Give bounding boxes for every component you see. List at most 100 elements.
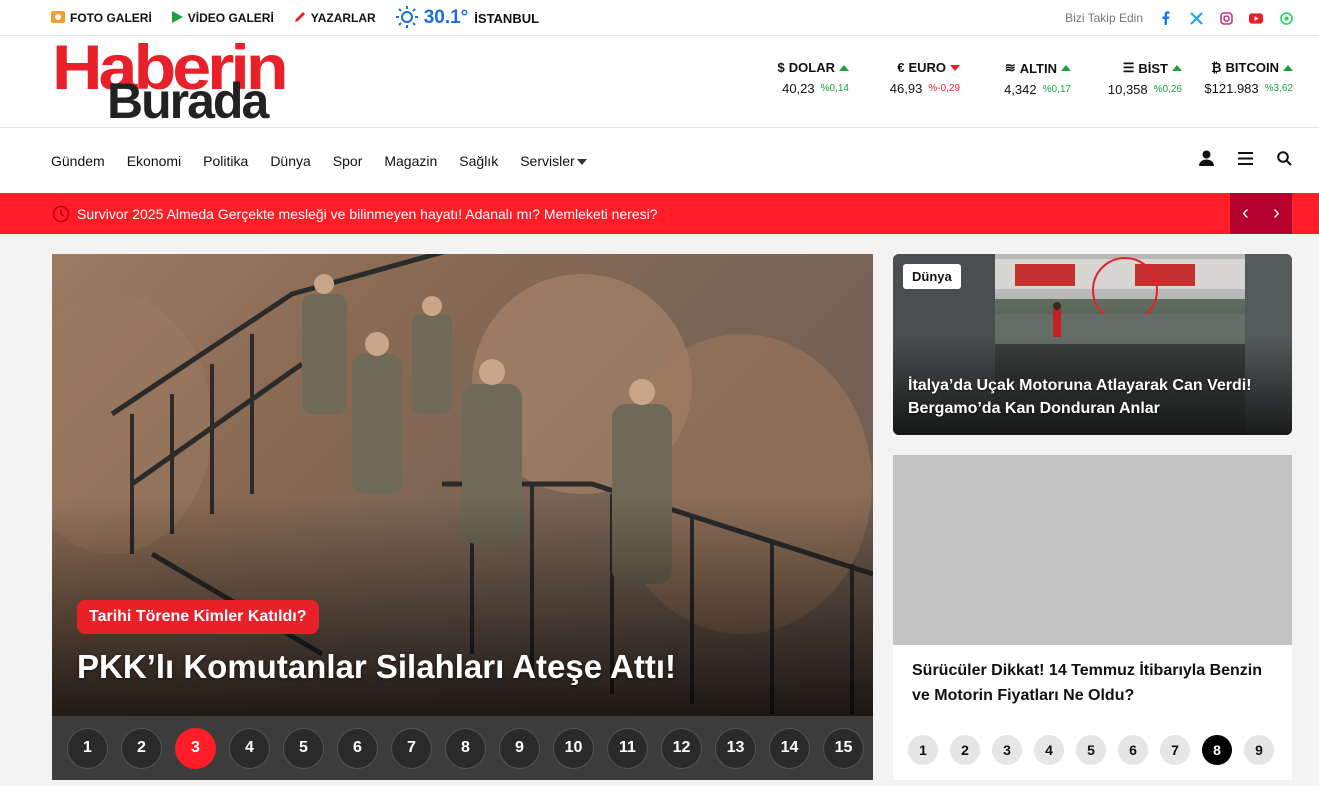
market-bitcoin[interactable]: ₿ BITCOIN $121.983 %3,62 xyxy=(1182,60,1293,97)
ticker-next-button[interactable]: › xyxy=(1261,193,1292,234)
hero-headline[interactable]: PKK’lı Komutanlar Silahları Ateşe Attı! xyxy=(77,648,676,686)
market-value: 4,342 xyxy=(1004,82,1037,97)
side-page-button[interactable]: 5 xyxy=(1076,735,1106,765)
whatsapp-icon[interactable] xyxy=(1279,11,1293,25)
nav-item-spor[interactable]: Spor xyxy=(333,153,363,169)
nav-item-dunya[interactable]: Dünya xyxy=(270,153,310,169)
hero-page-button[interactable]: 8 xyxy=(445,727,486,769)
side-slider-card[interactable]: Sürücüler Dikkat! 14 Temmuz İtibarıyla B… xyxy=(893,455,1292,780)
breaking-news-ticker: Survivor 2025 Almeda Gerçekte mesleği ve… xyxy=(0,193,1319,234)
side-news-headline[interactable]: İtalya’da Uçak Motoruna Atlayarak Can Ve… xyxy=(908,374,1288,420)
side-page-button[interactable]: 4 xyxy=(1034,735,1064,765)
side-page-button[interactable]: 7 xyxy=(1160,735,1190,765)
search-icon[interactable] xyxy=(1277,150,1292,171)
side-page-button[interactable]: 1 xyxy=(908,735,938,765)
hero-page-button[interactable]: 1 xyxy=(67,727,108,769)
facebook-icon[interactable] xyxy=(1159,11,1173,25)
market-dolar[interactable]: $ DOLAR 40,23 %0,14 xyxy=(738,60,849,97)
nav-item-saglik[interactable]: Sağlık xyxy=(459,153,498,169)
hero-page-button[interactable]: 14 xyxy=(769,727,810,769)
play-icon xyxy=(171,10,183,26)
nav-item-gundem[interactable]: Gündem xyxy=(51,153,105,169)
video-gallery-link[interactable]: VİDEO GALERİ xyxy=(171,10,274,26)
sun-icon xyxy=(395,5,418,31)
hero-page-button-active[interactable]: 3 xyxy=(175,727,216,769)
market-change: %0,26 xyxy=(1153,84,1182,95)
market-change: %0,14 xyxy=(820,83,849,94)
market-altin[interactable]: ≋ ALTIN 4,342 %0,17 xyxy=(960,60,1071,97)
hero-page-button[interactable]: 6 xyxy=(337,727,378,769)
site-logo[interactable]: Haberin Burada xyxy=(52,36,344,129)
weather-widget[interactable]: 30.1° İSTANBUL xyxy=(395,5,540,31)
side-page-button[interactable]: 2 xyxy=(950,735,980,765)
hero-page-button[interactable]: 7 xyxy=(391,727,432,769)
arrow-up-icon xyxy=(839,64,849,71)
city-name: İSTANBUL xyxy=(474,10,540,26)
menu-icon[interactable] xyxy=(1238,151,1253,170)
hero-slider[interactable]: Tarihi Törene Kimler Katıldı? PKK’lı Kom… xyxy=(52,254,873,716)
side-news-card[interactable]: Dünya İtalya’da Uçak Motoruna Atlayarak … xyxy=(893,254,1292,435)
market-euro[interactable]: € EURO 46,93 %-0,29 xyxy=(849,60,960,97)
logo-line-2: Burada xyxy=(107,73,269,129)
hero-page-button[interactable]: 15 xyxy=(823,727,864,769)
bitcoin-icon: ₿ xyxy=(1210,60,1222,75)
ticker-headline[interactable]: Survivor 2025 Almeda Gerçekte mesleği ve… xyxy=(77,193,658,234)
side-page-button[interactable]: 3 xyxy=(992,735,1022,765)
side-slider-headline[interactable]: Sürücüler Dikkat! 14 Temmuz İtibarıyla B… xyxy=(912,658,1272,708)
hero-page-button[interactable]: 12 xyxy=(661,727,702,769)
follow-us-label: Bizi Takip Edin xyxy=(1065,11,1143,25)
market-change: %-0,29 xyxy=(928,83,960,94)
market-value: 46,93 xyxy=(889,81,923,96)
market-ticker: $ DOLAR 40,23 %0,14 € EURO 46,93 %-0,29 ≋ ALT… xyxy=(738,60,1293,97)
youtube-icon[interactable] xyxy=(1249,11,1263,25)
market-bist[interactable]: ☰ BİST 10,358 %0,26 xyxy=(1071,60,1182,97)
nav-item-servisler[interactable]: Servisler xyxy=(520,152,587,169)
side-page-button-active[interactable]: 8 xyxy=(1202,735,1232,765)
gold-coins-icon: ≋ xyxy=(1004,60,1016,75)
arrow-up-icon xyxy=(1061,65,1071,71)
hero-pagination: 1 2 3 4 5 6 7 8 9 10 11 12 13 14 15 xyxy=(52,716,873,780)
x-icon[interactable] xyxy=(1189,11,1203,25)
side-slider-pagination: 1 2 3 4 5 6 7 8 9 xyxy=(908,735,1274,765)
photo-gallery-icon xyxy=(51,10,65,26)
instagram-icon[interactable] xyxy=(1219,11,1233,25)
market-value: 40,23 xyxy=(782,81,815,96)
hero-category-badge[interactable]: Tarihi Törene Kimler Katıldı? xyxy=(77,600,319,634)
authors-label: YAZARLAR xyxy=(310,11,376,25)
hero-page-button[interactable]: 13 xyxy=(715,727,756,769)
hero-page-button[interactable]: 11 xyxy=(607,727,648,769)
arrow-up-icon xyxy=(1172,65,1182,71)
ticker-prev-button[interactable]: ‹ xyxy=(1230,193,1261,234)
arrow-down-icon xyxy=(950,64,960,71)
market-change: %0,17 xyxy=(1042,84,1071,95)
nav-item-magazin[interactable]: Magazin xyxy=(384,153,437,169)
hero-page-button[interactable]: 9 xyxy=(499,727,540,769)
photo-gallery-link[interactable]: FOTO GALERİ xyxy=(51,10,152,26)
hero-page-button[interactable]: 2 xyxy=(121,727,162,769)
photo-gallery-label: FOTO GALERİ xyxy=(70,11,152,25)
side-page-button[interactable]: 6 xyxy=(1118,735,1148,765)
video-gallery-label: VİDEO GALERİ xyxy=(187,11,274,25)
side-news-category[interactable]: Dünya xyxy=(903,264,961,289)
image-placeholder xyxy=(893,455,1292,645)
hero-page-button[interactable]: 5 xyxy=(283,727,324,769)
hero-page-button[interactable]: 4 xyxy=(229,727,270,769)
user-icon[interactable] xyxy=(1199,150,1214,171)
nav-item-ekonomi[interactable]: Ekonomi xyxy=(127,153,181,169)
hero-page-button[interactable]: 10 xyxy=(553,727,594,769)
authors-link[interactable]: YAZARLAR xyxy=(294,11,376,26)
nav-item-politika[interactable]: Politika xyxy=(203,153,248,169)
site-header: Haberin Burada $ DOLAR 40,23 %0,14 € EURO 4… xyxy=(0,36,1319,128)
market-name: DOLAR xyxy=(788,60,835,75)
nav-item-servisler-label: Servisler xyxy=(520,152,575,169)
market-name: BITCOIN xyxy=(1225,60,1279,75)
list-icon: ☰ xyxy=(1122,60,1135,75)
market-name: EURO xyxy=(908,60,946,75)
chevron-down-icon xyxy=(576,158,587,165)
temperature: 30.1° xyxy=(423,7,469,28)
clock-icon xyxy=(52,205,70,228)
side-page-button[interactable]: 9 xyxy=(1244,735,1274,765)
pencil-icon xyxy=(294,11,306,26)
euro-icon: € xyxy=(897,60,905,75)
market-change: %3,62 xyxy=(1264,83,1293,94)
